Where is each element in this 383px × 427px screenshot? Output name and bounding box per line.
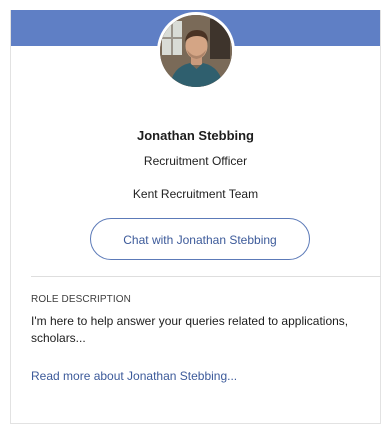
- divider: [31, 276, 381, 277]
- role-description-title: ROLE DESCRIPTION: [31, 294, 131, 305]
- chat-button[interactable]: Chat with Jonathan Stebbing: [90, 218, 310, 260]
- role-description-text: I'm here to help answer your queries rel…: [31, 314, 349, 345]
- profile-role: Recruitment Officer: [143, 154, 248, 168]
- profile-team: Kent Recruitment Team: [132, 187, 259, 201]
- read-more-link[interactable]: Read more about Jonathan Stebbing...: [31, 369, 237, 383]
- profile-card: Jonathan Stebbing Recruitment Officer Ke…: [10, 10, 381, 424]
- profile-name: Jonathan Stebbing: [137, 128, 254, 143]
- avatar: [157, 12, 235, 90]
- avatar-photo: [160, 15, 232, 87]
